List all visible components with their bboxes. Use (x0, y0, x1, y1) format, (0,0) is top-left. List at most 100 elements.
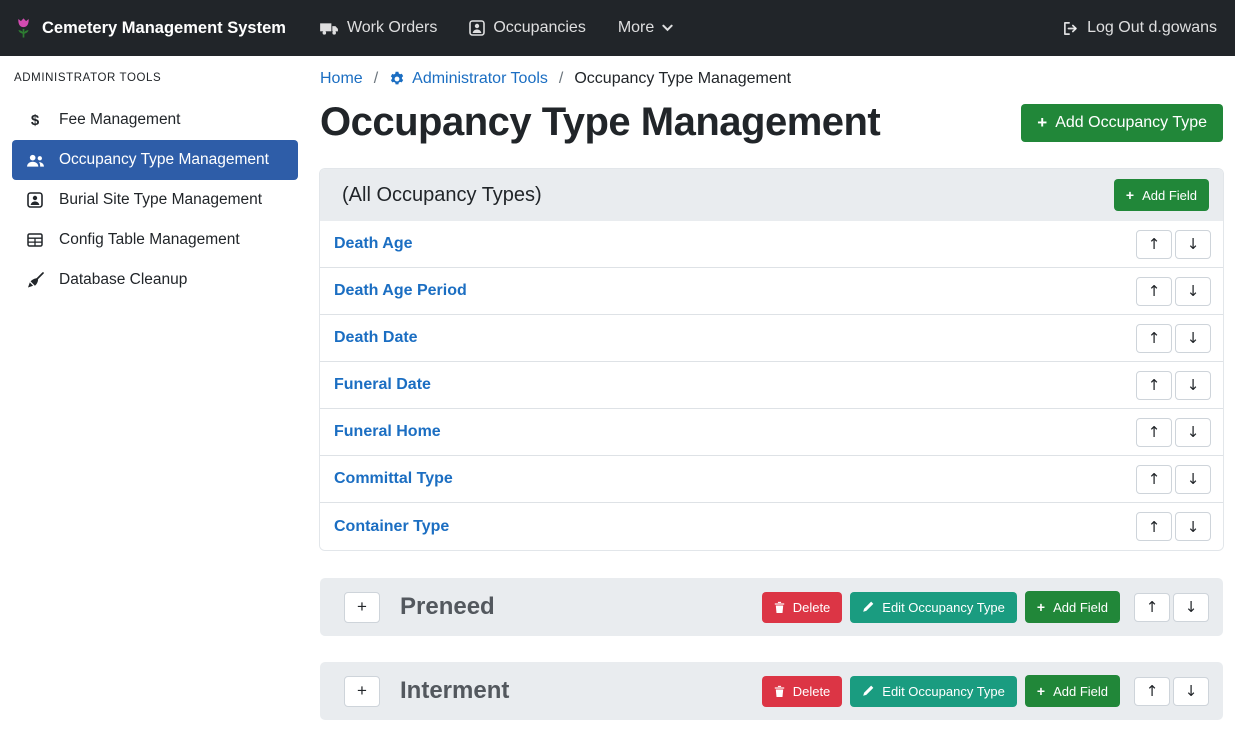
sidebar: ADMINISTRATOR TOOLS $ Fee Management Occ… (0, 56, 308, 738)
navbar-menu: Work Orders Occupancies More (320, 19, 673, 37)
field-link[interactable]: Funeral Date (334, 376, 431, 394)
nav-occupancies-label: Occupancies (493, 19, 586, 37)
field-row: Death Age Period ↑ ↓ (320, 268, 1223, 315)
reorder-controls: ↑ ↓ (1136, 465, 1211, 494)
move-up-button[interactable]: ↑ (1136, 230, 1172, 259)
arrow-down-icon: ↓ (1187, 376, 1200, 394)
field-link[interactable]: Container Type (334, 518, 449, 536)
edit-occupancy-type-button[interactable]: Edit Occupancy Type (850, 676, 1017, 707)
move-up-button[interactable]: ↑ (1136, 418, 1172, 447)
breadcrumb-administrator-tools[interactable]: Administrator Tools (389, 70, 548, 88)
sidebar-item-config-table-management[interactable]: Config Table Management (12, 220, 298, 260)
delete-button[interactable]: Delete (762, 676, 843, 707)
main-content: Home / Administrator Tools / Occupancy T… (308, 56, 1235, 738)
move-down-button[interactable]: ↓ (1175, 371, 1211, 400)
tulip-logo-icon (14, 17, 33, 40)
move-down-button[interactable]: ↓ (1175, 465, 1211, 494)
sidebar-item-fee-management[interactable]: $ Fee Management (12, 100, 298, 140)
field-link[interactable]: Death Age Period (334, 282, 467, 300)
move-down-button[interactable]: ↓ (1175, 230, 1211, 259)
portrait-icon (24, 192, 46, 208)
reorder-controls: ↑ ↓ (1136, 371, 1211, 400)
logout-icon (1062, 21, 1079, 36)
sidebar-item-label: Occupancy Type Management (59, 151, 269, 169)
title-row: Occupancy Type Management + Add Occupanc… (320, 100, 1223, 145)
pencil-icon (862, 685, 874, 697)
field-link[interactable]: Death Date (334, 329, 418, 347)
move-up-button[interactable]: ↑ (1134, 593, 1170, 622)
add-occupancy-type-button[interactable]: + Add Occupancy Type (1021, 104, 1223, 142)
move-up-button[interactable]: ↑ (1136, 465, 1172, 494)
card-title: (All Occupancy Types) (342, 184, 542, 207)
move-up-button[interactable]: ↑ (1136, 324, 1172, 353)
arrow-up-icon: ↑ (1148, 329, 1161, 347)
section-title: Preneed (400, 593, 495, 621)
reorder-controls: ↑ ↓ (1136, 230, 1211, 259)
add-occupancy-type-label: Add Occupancy Type (1055, 114, 1207, 132)
nav-more-label: More (618, 19, 654, 37)
move-up-button[interactable]: ↑ (1136, 512, 1172, 541)
logout-button[interactable]: Log Out d.gowans (1062, 19, 1217, 37)
add-field-button[interactable]: + Add Field (1114, 179, 1209, 211)
nav-occupancies[interactable]: Occupancies (469, 19, 586, 37)
sidebar-item-database-cleanup[interactable]: Database Cleanup (12, 260, 298, 300)
section-buttons: Delete Edit Occupancy Type + Add Field ↑ (762, 675, 1209, 707)
field-link[interactable]: Death Age (334, 235, 413, 253)
field-row: Committal Type ↑ ↓ (320, 456, 1223, 503)
occupancy-type-section-interment: + Interment Delete (320, 662, 1223, 720)
plus-icon: + (1037, 599, 1045, 615)
add-field-label: Add Field (1053, 600, 1108, 615)
breadcrumb-home-label: Home (320, 70, 363, 88)
sidebar-heading: ADMINISTRATOR TOOLS (12, 70, 298, 100)
expand-button[interactable]: + (344, 676, 380, 707)
field-row: Container Type ↑ ↓ (320, 503, 1223, 550)
arrow-up-icon: ↑ (1146, 598, 1159, 616)
add-field-button[interactable]: + Add Field (1025, 591, 1120, 623)
arrow-down-icon: ↓ (1187, 518, 1200, 536)
occupancy-type-section-preneed: + Preneed Delete (320, 578, 1223, 636)
move-up-button[interactable]: ↑ (1134, 677, 1170, 706)
move-down-button[interactable]: ↓ (1175, 418, 1211, 447)
trash-icon (774, 601, 785, 614)
reorder-controls: ↑ ↓ (1136, 324, 1211, 353)
nav-work-orders[interactable]: Work Orders (320, 19, 437, 37)
move-down-button[interactable]: ↓ (1175, 277, 1211, 306)
top-navbar: Cemetery Management System Work Orders (0, 0, 1235, 56)
sidebar-item-occupancy-type-management[interactable]: Occupancy Type Management (12, 140, 298, 180)
table-icon (24, 232, 46, 248)
sidebar-item-label: Burial Site Type Management (59, 191, 262, 209)
breadcrumb: Home / Administrator Tools / Occupancy T… (320, 70, 1223, 88)
expand-button[interactable]: + (344, 592, 380, 623)
all-occupancy-types-header: (All Occupancy Types) + Add Field (320, 169, 1223, 221)
move-down-button[interactable]: ↓ (1173, 677, 1209, 706)
delete-button[interactable]: Delete (762, 592, 843, 623)
sidebar-item-burial-site-type-management[interactable]: Burial Site Type Management (12, 180, 298, 220)
edit-occupancy-type-button[interactable]: Edit Occupancy Type (850, 592, 1017, 623)
move-down-button[interactable]: ↓ (1175, 512, 1211, 541)
move-up-button[interactable]: ↑ (1136, 371, 1172, 400)
edit-label: Edit Occupancy Type (882, 600, 1005, 615)
pencil-icon (862, 601, 874, 613)
move-down-button[interactable]: ↓ (1173, 593, 1209, 622)
page-title: Occupancy Type Management (320, 100, 880, 145)
arrow-down-icon: ↓ (1185, 682, 1198, 700)
move-up-button[interactable]: ↑ (1136, 277, 1172, 306)
nav-work-orders-label: Work Orders (347, 19, 437, 37)
app-brand[interactable]: Cemetery Management System (14, 17, 286, 40)
breadcrumb-home[interactable]: Home (320, 70, 363, 88)
app-title: Cemetery Management System (42, 19, 286, 38)
arrow-up-icon: ↑ (1148, 282, 1161, 300)
move-down-button[interactable]: ↓ (1175, 324, 1211, 353)
arrow-down-icon: ↓ (1187, 423, 1200, 441)
nav-more[interactable]: More (618, 19, 673, 37)
field-link[interactable]: Committal Type (334, 470, 453, 488)
add-field-button[interactable]: + Add Field (1025, 675, 1120, 707)
arrow-up-icon: ↑ (1146, 682, 1159, 700)
field-row: Funeral Home ↑ ↓ (320, 409, 1223, 456)
logout-label: Log Out d.gowans (1087, 19, 1217, 37)
field-link[interactable]: Funeral Home (334, 423, 441, 441)
section-buttons: Delete Edit Occupancy Type + Add Field ↑ (762, 591, 1209, 623)
edit-label: Edit Occupancy Type (882, 684, 1005, 699)
arrow-down-icon: ↓ (1187, 235, 1200, 253)
arrow-down-icon: ↓ (1187, 470, 1200, 488)
